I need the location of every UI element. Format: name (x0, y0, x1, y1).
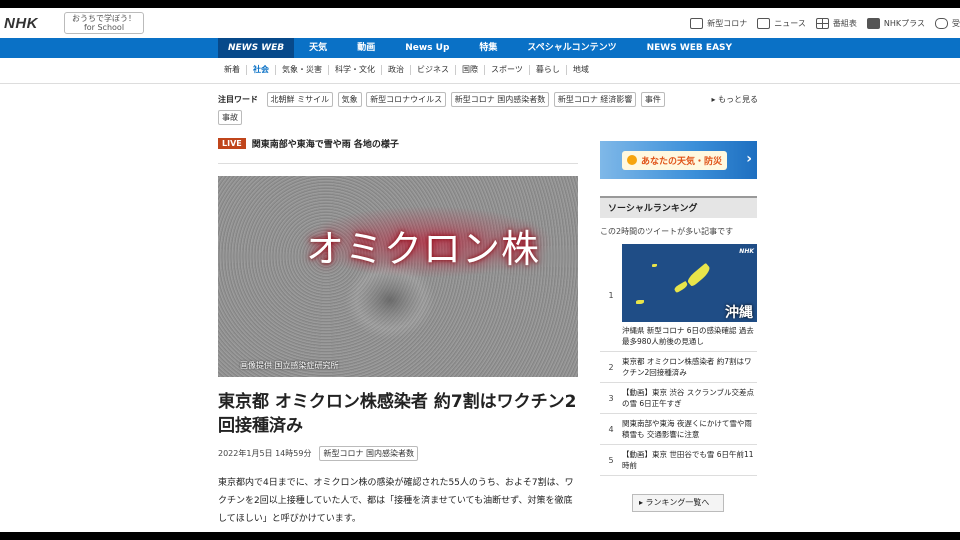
keyword-tag[interactable]: 事件 (640, 92, 665, 107)
hero-title: オミクロン株 (306, 227, 541, 271)
tv-schedule-icon (815, 17, 829, 29)
header-tools: 新型コロナ ニュース 番組表 NHKプラス 受 (680, 17, 960, 29)
category-business[interactable]: ビジネス (410, 65, 455, 75)
sun-icon (627, 155, 637, 165)
news-icon (757, 17, 771, 29)
category-nav: 新着 社会 気象・災害 科学・文化 政治 ビジネス 国際 スポーツ 暮らし 地域 (0, 58, 960, 84)
live-title: 関東南部や東海で雪や雨 各地の様子 (251, 140, 399, 150)
article-body: 東京都内で4日までに、オミクロン株の感染が確認された55人のうち、およそ7割は、… (218, 478, 574, 524)
nav-video[interactable]: 動画 (342, 38, 390, 58)
map-island (652, 264, 657, 267)
tool-label: 受 (952, 18, 960, 28)
nav-news-web[interactable]: NEWS WEB (218, 38, 295, 58)
category-society[interactable]: 社会 (246, 65, 275, 75)
keywords-label: 注目ワード (218, 95, 258, 104)
category-politics[interactable]: 政治 (381, 65, 410, 75)
article-date: 2022年1月5日 14時59分 (218, 449, 312, 458)
rank-number: 2 (608, 362, 614, 372)
tool-label: 番組表 (832, 18, 857, 28)
keyword-tag[interactable]: 新型コロナ 経済影響 (553, 92, 637, 107)
rank-number: 1 (608, 291, 614, 300)
for-school-link[interactable]: おうちで学ぼう！ for School (64, 12, 144, 34)
category-science[interactable]: 科学・文化 (328, 65, 381, 75)
ranking-list: 1 NHK 沖縄 沖縄県 新型コロナ 6日の感染確認 過去最多980人前後の見通… (600, 240, 757, 476)
article-meta: 2022年1月5日 14時59分 新型コロナ 国内感染者数 (218, 446, 418, 461)
live-banner[interactable]: LIVE 関東南部や東海で雪や雨 各地の様子 (218, 137, 399, 150)
article-tag[interactable]: 新型コロナ 国内感染者数 (319, 446, 418, 461)
category-international[interactable]: 国際 (455, 65, 484, 75)
tool-label: 新型コロナ (707, 18, 748, 28)
map-island (636, 300, 644, 304)
category-life[interactable]: 暮らし (528, 65, 566, 75)
chevron-right-icon: › (746, 151, 752, 167)
ranking-item[interactable]: 1 NHK 沖縄 沖縄県 新型コロナ 6日の感染確認 過去最多980人前後の見通… (600, 240, 757, 352)
virus-icon (690, 17, 704, 29)
receiver-icon (935, 17, 948, 29)
nav-easy[interactable]: NEWS WEB EASY (632, 38, 747, 58)
ranking-text: 東京都 オミクロン株感染者 約7割はワクチン2回接種済み (622, 357, 752, 377)
rank-number: 4 (608, 424, 614, 434)
site-header: NHK おうちで学ぼう！ for School 新型コロナ ニュース 番組表 N… (0, 8, 960, 38)
ranking-text: 沖縄県 新型コロナ 6日の感染確認 過去最多980人前後の見通し (622, 326, 754, 346)
tool-news[interactable]: ニュース (757, 17, 806, 29)
tool-label: NHKプラス (883, 18, 925, 28)
category-region[interactable]: 地域 (565, 65, 595, 75)
ranking-thumbnail: NHK 沖縄 (622, 244, 757, 322)
weather-label-box: あなたの天気・防災 (622, 150, 728, 170)
keyword-tag[interactable]: 気象 (337, 92, 362, 107)
nav-weather[interactable]: 天気 (294, 38, 342, 58)
tool-corona[interactable]: 新型コロナ (690, 17, 748, 29)
ranking-title: ソーシャルランキング (600, 196, 757, 218)
nav-features[interactable]: 特集 (464, 38, 512, 58)
main-nav: NEWS WEB 天気 動画 News Up 特集 スペシャルコンテンツ NEW… (0, 38, 960, 58)
category-latest[interactable]: 新着 (218, 65, 246, 75)
weather-banner[interactable]: あなたの天気・防災 › (600, 141, 757, 179)
trending-keywords: 注目ワード 北朝鮮 ミサイル 気象 新型コロナウイルス 新型コロナ 国内感染者数… (218, 92, 758, 128)
school-line-1: おうちで学ぼう！ (72, 14, 136, 23)
nav-special[interactable]: スペシャルコンテンツ (512, 38, 631, 58)
ranking-list-button[interactable]: ▸ ランキング一覧へ (632, 494, 724, 512)
tool-label: ニュース (774, 18, 806, 28)
ranking-item[interactable]: 3 【動画】東京 渋谷 スクランブル交差点の雪 6日正午すぎ (600, 383, 757, 414)
tool-schedule[interactable]: 番組表 (815, 17, 857, 29)
browser-page: NHK おうちで学ぼう！ for School 新型コロナ ニュース 番組表 N… (0, 8, 960, 532)
divider (218, 163, 578, 164)
map-island (685, 262, 713, 288)
tool-nhk-plus[interactable]: NHKプラス (866, 17, 925, 29)
article-headline: 東京都 オミクロン株感染者 約7割はワクチン2回接種済み (218, 392, 577, 436)
category-disaster[interactable]: 気象・災害 (275, 65, 328, 75)
hero-image: オミクロン株 画像提供 国立感染症研究所 (218, 176, 578, 377)
thumbnail-logo: NHK (739, 248, 754, 255)
tool-receiver[interactable]: 受 (935, 17, 960, 29)
ranking-text: 【動画】東京 渋谷 スクランブル交差点の雪 6日正午すぎ (622, 388, 755, 408)
keyword-tag[interactable]: 北朝鮮 ミサイル (266, 92, 334, 107)
nav-news-up[interactable]: News Up (390, 38, 464, 58)
map-island (673, 280, 689, 294)
keyword-tag[interactable]: 新型コロナ 国内感染者数 (450, 92, 550, 107)
ranking-text: 【動画】東京 世田谷でも雪 6日午前11時前 (622, 450, 754, 470)
ranking-item[interactable]: 4 関東南部や東海 夜遅くにかけて雪や雨 積雪も 交通影響に注意 (600, 414, 757, 445)
ranking-subtitle: この2時間のツイートが多い記事です (600, 227, 734, 236)
rank-number: 5 (608, 455, 614, 465)
weather-label: あなたの天気・防災 (641, 156, 723, 167)
keyword-tag[interactable]: 事故 (218, 110, 242, 125)
rank-number: 3 (608, 393, 614, 403)
ranking-item[interactable]: 2 東京都 オミクロン株感染者 約7割はワクチン2回接種済み (600, 352, 757, 383)
live-badge: LIVE (218, 138, 246, 149)
nhk-plus-icon (866, 17, 880, 29)
keyword-tag[interactable]: 新型コロナウイルス (366, 92, 447, 107)
ranking-text: 関東南部や東海 夜遅くにかけて雪や雨 積雪も 交通影響に注意 (622, 419, 752, 439)
school-line-2: for School (83, 23, 125, 32)
ranking-item[interactable]: 5 【動画】東京 世田谷でも雪 6日午前11時前 (600, 445, 757, 476)
nhk-logo[interactable]: NHK (4, 15, 54, 32)
image-credit: 画像提供 国立感染症研究所 (240, 361, 339, 370)
thumbnail-label: 沖縄 (725, 305, 753, 321)
category-sports[interactable]: スポーツ (484, 65, 529, 75)
more-keywords-link[interactable]: ▸ もっと見る (711, 94, 758, 105)
